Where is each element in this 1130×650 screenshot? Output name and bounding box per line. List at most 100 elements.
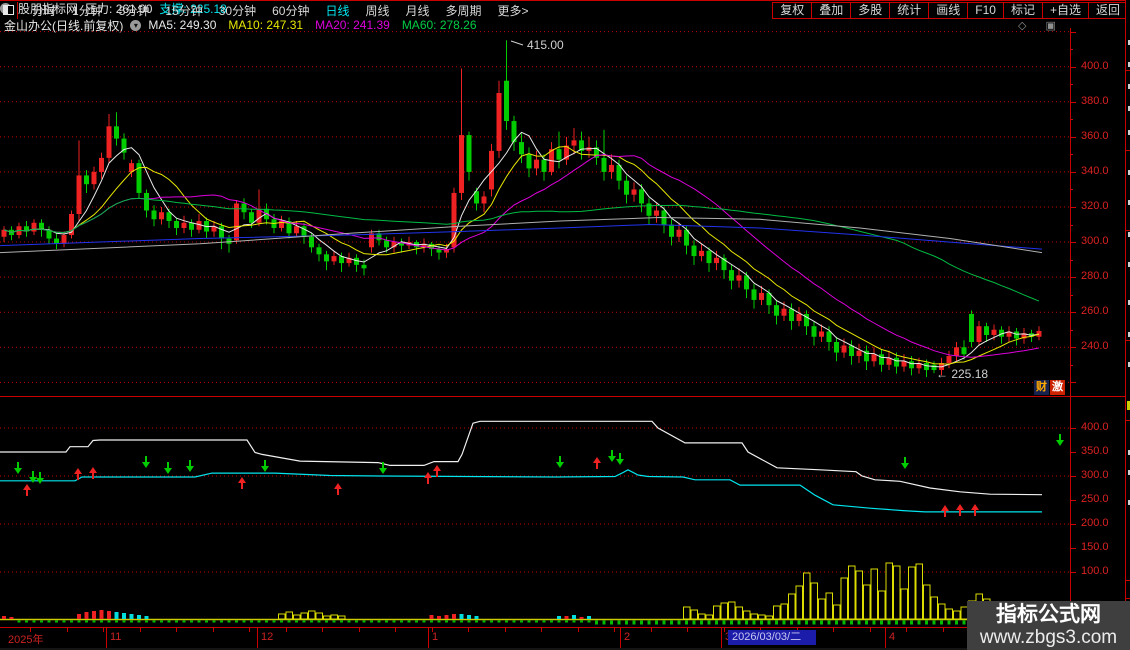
- axis-tick: [1070, 189, 1073, 191]
- hollow-volume-bars: [278, 562, 1043, 620]
- tab-5[interactable]: 60分钟: [264, 1, 317, 20]
- axis-tick: [1070, 548, 1076, 549]
- date-axis[interactable]: 2025年111212342026/03/03/二: [0, 627, 1130, 649]
- axis-tick: [1070, 329, 1073, 331]
- axis-tick: [1070, 382, 1076, 384]
- toolbar-button-1[interactable]: 叠加: [811, 1, 852, 19]
- axis-tick: [1070, 242, 1076, 244]
- right-edge-strip: [1125, 0, 1130, 650]
- axis-tick: [1070, 101, 1076, 103]
- tab-6[interactable]: 日线: [317, 1, 357, 20]
- indicator-tick-label: 350.0: [1081, 445, 1109, 457]
- gray-overlay-line: [0, 216, 1043, 254]
- axis-tick: [1070, 154, 1073, 156]
- axis-tick: [1070, 206, 1076, 208]
- indicator-tick-label: 400.0: [1081, 421, 1109, 433]
- toolbar-button-7[interactable]: +自选: [1041, 1, 1089, 19]
- indicator-tick-label: 150.0: [1081, 541, 1109, 553]
- green-comb-layer: [17, 620, 1041, 625]
- axis-tick: [1070, 428, 1076, 429]
- date-label-6: 4: [889, 631, 896, 643]
- tab-3[interactable]: 15分钟: [157, 1, 210, 20]
- date-minor-tick: [833, 628, 834, 632]
- indicator-tick-label: 100.0: [1081, 565, 1109, 577]
- axis-tick: [1070, 476, 1076, 477]
- tab-10[interactable]: 更多>: [490, 1, 537, 20]
- axis-tick: [1070, 294, 1073, 296]
- date-minor-tick: [176, 628, 177, 632]
- date-minor-tick: [322, 628, 323, 632]
- date-minor-tick: [212, 628, 214, 632]
- toolbar-button-6[interactable]: 标记: [1002, 1, 1043, 19]
- date-label-2: 12: [261, 631, 274, 643]
- date-minor-tick: [139, 628, 141, 632]
- price-tick-label: 300.0: [1081, 235, 1109, 248]
- axis-tick: [1070, 66, 1076, 68]
- date-label-1: 11: [110, 631, 122, 643]
- toolbar-button-2[interactable]: 多股: [850, 1, 891, 19]
- toolbar-button-8[interactable]: 返回: [1087, 1, 1128, 19]
- date-minor-tick: [906, 628, 907, 632]
- strip-divider: [1126, 420, 1130, 421]
- strip-divider: [1126, 340, 1130, 341]
- toolbar-button-5[interactable]: F10: [967, 1, 1004, 19]
- date-minor-tick: [650, 628, 652, 632]
- date-minor-tick: [687, 628, 688, 632]
- date-minor-tick: [285, 628, 287, 632]
- low-annotation: ← 225.18: [936, 367, 988, 381]
- caichao-logo-right: 激: [1050, 380, 1065, 395]
- price-tick-label: 400.0: [1081, 59, 1109, 72]
- axis-tick: [1070, 277, 1076, 279]
- toolbar-buttons: 复权 叠加 多股 统计 画线 F10 标记 +自选 返回: [772, 1, 1128, 19]
- axis-border: [1070, 28, 1071, 647]
- price-tick-label: 280.0: [1081, 270, 1109, 283]
- selected-date[interactable]: 2026/03/03/二: [728, 630, 816, 645]
- high-annotation: 415.00: [527, 38, 564, 52]
- tab-8[interactable]: 月线: [398, 1, 438, 20]
- axis-tick: [1070, 259, 1073, 261]
- toolbar-button-3[interactable]: 统计: [889, 1, 930, 19]
- strip-divider: [1126, 230, 1130, 231]
- date-minor-tick: [614, 628, 615, 632]
- axis-tick: [1070, 171, 1076, 173]
- indicator-tick-label: 200.0: [1081, 517, 1109, 529]
- price-tick-label: 240.0: [1081, 340, 1109, 353]
- split-screen-icon: [3, 5, 14, 15]
- main-candlestick-chart[interactable]: 415.00 ← 225.18: [0, 28, 1070, 396]
- ma20-line: [3, 154, 1040, 358]
- candles-layer: [1, 40, 1042, 378]
- toolbar-button-4[interactable]: 画线: [928, 1, 969, 19]
- period-toolbar: 分时 1分钟 5分钟 15分钟 30分钟 60分钟 日线 周线 月线 多周期 更多> 复权 叠加 多股统…: [0, 1, 1130, 19]
- month-separator: [428, 628, 429, 648]
- watermark-title: 指标公式网: [996, 602, 1101, 626]
- date-minor-tick: [66, 628, 68, 632]
- buy-arrows: [23, 457, 979, 517]
- axis-tick: [1070, 524, 1076, 525]
- month-separator: [106, 628, 107, 648]
- date-label-4: 2: [624, 631, 631, 643]
- tab-4[interactable]: 30分钟: [211, 1, 264, 20]
- date-minor-tick: [358, 628, 360, 632]
- axis-tick: [1070, 49, 1073, 51]
- strip-divider: [1126, 580, 1130, 581]
- tab-7[interactable]: 周线: [357, 1, 397, 20]
- watermark: 指标公式网 www.zbgs3.com: [967, 601, 1130, 650]
- indicator-tick-label: 250.0: [1081, 493, 1109, 505]
- indicator-chart[interactable]: [0, 397, 1070, 627]
- axis-tick: [1070, 312, 1076, 314]
- month-separator: [620, 628, 621, 648]
- strip-divider: [1126, 70, 1130, 71]
- date-minor-tick: [103, 628, 104, 632]
- strip-divider: [1126, 150, 1130, 151]
- date-minor-tick: [504, 628, 506, 632]
- price-tick-label: 340.0: [1081, 164, 1109, 177]
- toolbar-button-0[interactable]: 复权: [772, 1, 813, 19]
- date-label-0: 2025年: [8, 634, 44, 646]
- price-tick-label: 380.0: [1081, 94, 1109, 107]
- axis-tick: [1070, 347, 1076, 349]
- price-tick-label: 260.0: [1081, 305, 1109, 318]
- date-label-3: 1: [432, 631, 439, 643]
- tab-9[interactable]: 多周期: [438, 1, 490, 20]
- axis-tick: [1070, 136, 1076, 138]
- date-minor-tick: [468, 628, 469, 632]
